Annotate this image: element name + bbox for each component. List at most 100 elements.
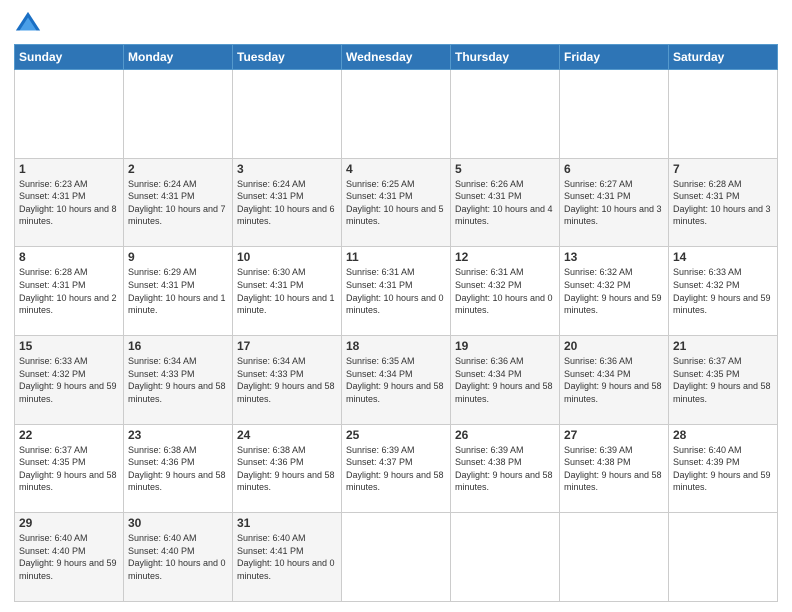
day-info: Sunrise: 6:37 AM Sunset: 4:35 PM Dayligh… (673, 355, 773, 405)
day-info: Sunrise: 6:40 AM Sunset: 4:40 PM Dayligh… (19, 532, 119, 582)
col-tuesday: Tuesday (233, 45, 342, 70)
day-number: 15 (19, 339, 119, 353)
day-number: 26 (455, 428, 555, 442)
table-row (124, 70, 233, 159)
table-row (560, 513, 669, 602)
day-number: 14 (673, 250, 773, 264)
day-number: 27 (564, 428, 664, 442)
day-number: 9 (128, 250, 228, 264)
day-number: 23 (128, 428, 228, 442)
day-number: 21 (673, 339, 773, 353)
day-info: Sunrise: 6:28 AM Sunset: 4:31 PM Dayligh… (19, 266, 119, 316)
calendar-week-row: 15 Sunrise: 6:33 AM Sunset: 4:32 PM Dayl… (15, 335, 778, 424)
calendar-header-row: Sunday Monday Tuesday Wednesday Thursday… (15, 45, 778, 70)
table-row (233, 70, 342, 159)
day-info: Sunrise: 6:38 AM Sunset: 4:36 PM Dayligh… (128, 444, 228, 494)
day-info: Sunrise: 6:39 AM Sunset: 4:37 PM Dayligh… (346, 444, 446, 494)
day-info: Sunrise: 6:40 AM Sunset: 4:39 PM Dayligh… (673, 444, 773, 494)
day-number: 6 (564, 162, 664, 176)
day-info: Sunrise: 6:24 AM Sunset: 4:31 PM Dayligh… (128, 178, 228, 228)
day-number: 5 (455, 162, 555, 176)
day-info: Sunrise: 6:39 AM Sunset: 4:38 PM Dayligh… (564, 444, 664, 494)
calendar-table: Sunday Monday Tuesday Wednesday Thursday… (14, 44, 778, 602)
day-number: 31 (237, 516, 337, 530)
day-info: Sunrise: 6:25 AM Sunset: 4:31 PM Dayligh… (346, 178, 446, 228)
table-row: 16 Sunrise: 6:34 AM Sunset: 4:33 PM Dayl… (124, 335, 233, 424)
table-row: 31 Sunrise: 6:40 AM Sunset: 4:41 PM Dayl… (233, 513, 342, 602)
calendar-week-row: 8 Sunrise: 6:28 AM Sunset: 4:31 PM Dayli… (15, 247, 778, 336)
logo (14, 10, 46, 38)
day-number: 16 (128, 339, 228, 353)
day-number: 28 (673, 428, 773, 442)
day-info: Sunrise: 6:30 AM Sunset: 4:31 PM Dayligh… (237, 266, 337, 316)
table-row: 14 Sunrise: 6:33 AM Sunset: 4:32 PM Dayl… (669, 247, 778, 336)
col-wednesday: Wednesday (342, 45, 451, 70)
day-number: 25 (346, 428, 446, 442)
day-number: 4 (346, 162, 446, 176)
calendar-week-row (15, 70, 778, 159)
col-sunday: Sunday (15, 45, 124, 70)
day-number: 19 (455, 339, 555, 353)
day-info: Sunrise: 6:39 AM Sunset: 4:38 PM Dayligh… (455, 444, 555, 494)
table-row: 24 Sunrise: 6:38 AM Sunset: 4:36 PM Dayl… (233, 424, 342, 513)
day-info: Sunrise: 6:31 AM Sunset: 4:31 PM Dayligh… (346, 266, 446, 316)
day-number: 29 (19, 516, 119, 530)
day-number: 2 (128, 162, 228, 176)
table-row: 5 Sunrise: 6:26 AM Sunset: 4:31 PM Dayli… (451, 158, 560, 247)
day-info: Sunrise: 6:37 AM Sunset: 4:35 PM Dayligh… (19, 444, 119, 494)
day-info: Sunrise: 6:34 AM Sunset: 4:33 PM Dayligh… (237, 355, 337, 405)
day-number: 17 (237, 339, 337, 353)
day-number: 7 (673, 162, 773, 176)
day-number: 20 (564, 339, 664, 353)
table-row: 26 Sunrise: 6:39 AM Sunset: 4:38 PM Dayl… (451, 424, 560, 513)
col-monday: Monday (124, 45, 233, 70)
day-info: Sunrise: 6:28 AM Sunset: 4:31 PM Dayligh… (673, 178, 773, 228)
table-row: 3 Sunrise: 6:24 AM Sunset: 4:31 PM Dayli… (233, 158, 342, 247)
day-number: 1 (19, 162, 119, 176)
header (14, 10, 778, 38)
table-row: 9 Sunrise: 6:29 AM Sunset: 4:31 PM Dayli… (124, 247, 233, 336)
day-number: 12 (455, 250, 555, 264)
day-number: 8 (19, 250, 119, 264)
table-row: 6 Sunrise: 6:27 AM Sunset: 4:31 PM Dayli… (560, 158, 669, 247)
day-number: 18 (346, 339, 446, 353)
day-info: Sunrise: 6:34 AM Sunset: 4:33 PM Dayligh… (128, 355, 228, 405)
table-row (451, 513, 560, 602)
day-info: Sunrise: 6:33 AM Sunset: 4:32 PM Dayligh… (19, 355, 119, 405)
day-number: 13 (564, 250, 664, 264)
table-row: 27 Sunrise: 6:39 AM Sunset: 4:38 PM Dayl… (560, 424, 669, 513)
table-row: 1 Sunrise: 6:23 AM Sunset: 4:31 PM Dayli… (15, 158, 124, 247)
calendar-week-row: 1 Sunrise: 6:23 AM Sunset: 4:31 PM Dayli… (15, 158, 778, 247)
day-number: 30 (128, 516, 228, 530)
day-info: Sunrise: 6:35 AM Sunset: 4:34 PM Dayligh… (346, 355, 446, 405)
calendar-week-row: 29 Sunrise: 6:40 AM Sunset: 4:40 PM Dayl… (15, 513, 778, 602)
table-row (669, 70, 778, 159)
day-info: Sunrise: 6:32 AM Sunset: 4:32 PM Dayligh… (564, 266, 664, 316)
day-number: 22 (19, 428, 119, 442)
table-row: 12 Sunrise: 6:31 AM Sunset: 4:32 PM Dayl… (451, 247, 560, 336)
table-row: 19 Sunrise: 6:36 AM Sunset: 4:34 PM Dayl… (451, 335, 560, 424)
day-info: Sunrise: 6:40 AM Sunset: 4:41 PM Dayligh… (237, 532, 337, 582)
table-row: 25 Sunrise: 6:39 AM Sunset: 4:37 PM Dayl… (342, 424, 451, 513)
col-thursday: Thursday (451, 45, 560, 70)
table-row: 10 Sunrise: 6:30 AM Sunset: 4:31 PM Dayl… (233, 247, 342, 336)
day-info: Sunrise: 6:38 AM Sunset: 4:36 PM Dayligh… (237, 444, 337, 494)
table-row: 22 Sunrise: 6:37 AM Sunset: 4:35 PM Dayl… (15, 424, 124, 513)
table-row: 7 Sunrise: 6:28 AM Sunset: 4:31 PM Dayli… (669, 158, 778, 247)
table-row: 4 Sunrise: 6:25 AM Sunset: 4:31 PM Dayli… (342, 158, 451, 247)
day-info: Sunrise: 6:24 AM Sunset: 4:31 PM Dayligh… (237, 178, 337, 228)
table-row (342, 513, 451, 602)
table-row: 21 Sunrise: 6:37 AM Sunset: 4:35 PM Dayl… (669, 335, 778, 424)
table-row: 23 Sunrise: 6:38 AM Sunset: 4:36 PM Dayl… (124, 424, 233, 513)
general-blue-logo-icon (14, 10, 42, 38)
table-row: 2 Sunrise: 6:24 AM Sunset: 4:31 PM Dayli… (124, 158, 233, 247)
table-row: 28 Sunrise: 6:40 AM Sunset: 4:39 PM Dayl… (669, 424, 778, 513)
page: Sunday Monday Tuesday Wednesday Thursday… (0, 0, 792, 612)
day-info: Sunrise: 6:26 AM Sunset: 4:31 PM Dayligh… (455, 178, 555, 228)
table-row (669, 513, 778, 602)
table-row: 29 Sunrise: 6:40 AM Sunset: 4:40 PM Dayl… (15, 513, 124, 602)
day-info: Sunrise: 6:36 AM Sunset: 4:34 PM Dayligh… (564, 355, 664, 405)
day-number: 10 (237, 250, 337, 264)
table-row (560, 70, 669, 159)
table-row: 13 Sunrise: 6:32 AM Sunset: 4:32 PM Dayl… (560, 247, 669, 336)
